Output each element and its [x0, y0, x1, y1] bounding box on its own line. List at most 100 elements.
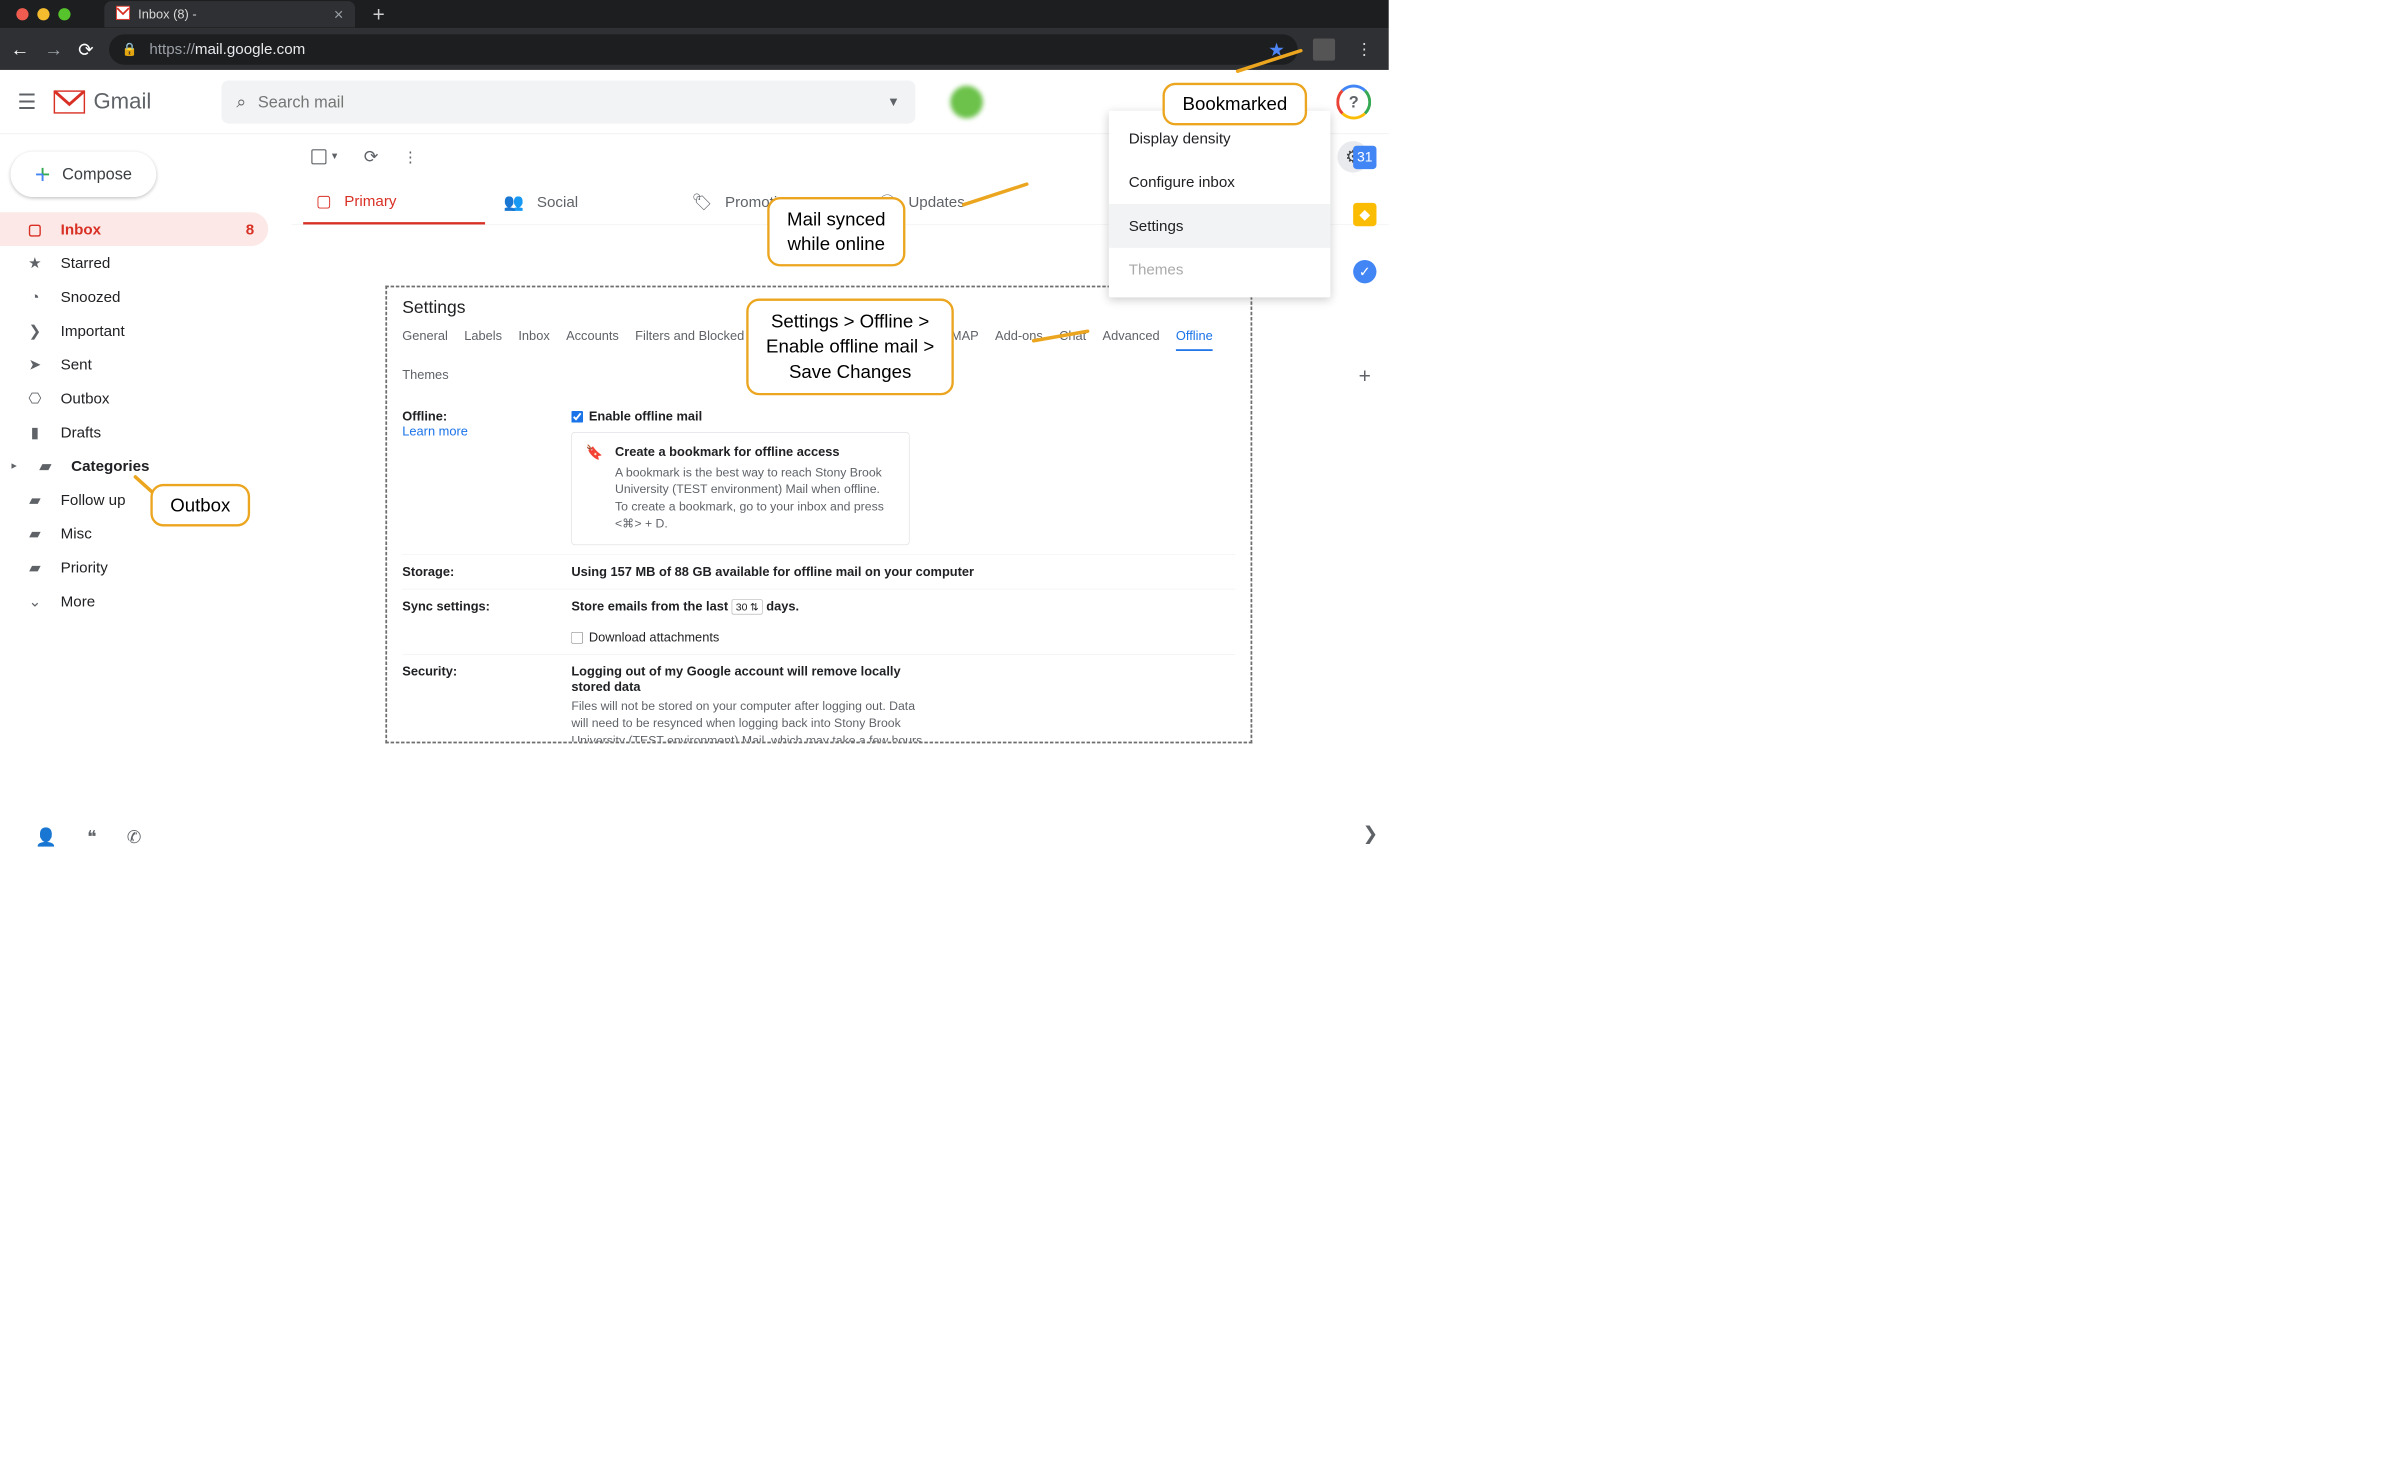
clock-icon: ◔ — [26, 288, 45, 306]
download-attachments-checkbox[interactable]: Download attachments — [571, 630, 719, 645]
label-icon: ▰ — [26, 524, 45, 542]
inbox-icon: ▢ — [26, 220, 45, 238]
maximize-window-icon[interactable] — [58, 8, 70, 20]
close-window-icon[interactable] — [16, 8, 28, 20]
search-options-icon[interactable]: ▼ — [887, 94, 900, 109]
sync-days-select[interactable]: 30⇅ — [732, 599, 763, 614]
compose-button[interactable]: + Compose — [10, 152, 156, 197]
sidebar-item-starred[interactable]: ★Starred — [0, 246, 268, 280]
callout-outbox: Outbox — [150, 484, 250, 527]
menu-configure-inbox[interactable]: Configure inbox — [1109, 160, 1331, 204]
sidebar-item-inbox[interactable]: ▢Inbox8 — [0, 212, 268, 246]
select-all[interactable]: ▼ — [311, 149, 339, 164]
callout-bookmarked: Bookmarked — [1163, 83, 1307, 126]
important-icon: ❯ — [26, 322, 45, 340]
chevron-down-icon: ▼ — [330, 152, 339, 162]
get-addons-icon[interactable]: + — [1359, 364, 1371, 388]
gmail-wordmark: Gmail — [93, 89, 151, 114]
tab-primary[interactable]: ▢Primary — [303, 180, 485, 225]
tasks-addon-icon[interactable]: ✓ — [1353, 260, 1376, 283]
primary-icon: ▢ — [316, 191, 331, 210]
browser-toolbar: ← → ⟳ 🔒 https://mail.google.com ★ ⋮ — [0, 29, 1389, 70]
label-icon: ▰ — [26, 558, 45, 576]
settings-tab-themes[interactable]: Themes — [402, 367, 448, 388]
gmail-m-icon — [54, 90, 85, 113]
sidebar-item-important[interactable]: ❯Important — [0, 314, 268, 348]
search-icon: ⌕ — [236, 92, 246, 112]
security-heading: Security: — [402, 664, 548, 743]
browser-menu-icon[interactable]: ⋮ — [1356, 40, 1372, 59]
address-bar[interactable]: 🔒 https://mail.google.com ★ — [109, 34, 1298, 64]
sidebar-item-drafts[interactable]: ▮Drafts — [0, 415, 268, 449]
calendar-addon-icon[interactable]: 31 — [1353, 146, 1376, 169]
window-controls — [0, 8, 87, 20]
url-text: https://mail.google.com — [149, 40, 305, 58]
promotions-icon: 🏷 — [691, 192, 712, 211]
right-rail: 31 ◆ ✓ + — [1341, 140, 1389, 388]
settings-tab-labels[interactable]: Labels — [464, 328, 502, 351]
compose-label: Compose — [62, 165, 132, 184]
settings-tab-accounts[interactable]: Accounts — [566, 328, 619, 351]
sidebar-item-more[interactable]: ⌄More — [0, 584, 268, 618]
sidebar-item-priority[interactable]: ▰Priority — [0, 550, 268, 584]
settings-tab-offline[interactable]: Offline — [1176, 328, 1213, 351]
close-tab-icon[interactable]: × — [334, 5, 344, 24]
storage-heading: Storage: — [402, 564, 548, 579]
social-icon: 👥 — [504, 192, 524, 211]
main-menu-icon[interactable]: ☰ — [17, 89, 36, 113]
sidebar-item-outbox[interactable]: ⎔Outbox — [0, 381, 268, 415]
plus-icon: + — [35, 159, 51, 190]
refresh-button[interactable]: ⟳ — [364, 147, 379, 167]
account-avatar[interactable] — [950, 85, 983, 118]
search-bar[interactable]: ⌕ ▼ — [221, 80, 915, 123]
settings-dropdown: Display density Configure inbox Settings… — [1109, 111, 1331, 298]
hangouts-icon[interactable]: ❝ — [87, 827, 96, 847]
back-button[interactable]: ← — [10, 38, 29, 60]
bookmark-icon: 🔖 — [586, 444, 603, 532]
reload-button[interactable]: ⟳ — [78, 38, 94, 60]
card-title: Create a bookmark for offline access — [615, 444, 895, 459]
card-body: A bookmark is the best way to reach Ston… — [615, 464, 895, 533]
browser-profile-avatar[interactable] — [1313, 38, 1335, 60]
menu-settings[interactable]: Settings — [1109, 204, 1331, 248]
send-icon: ➤ — [26, 355, 45, 373]
category-icon: ▰ — [36, 457, 55, 475]
sidebar: + Compose ▢Inbox8 ★Starred ◔Snoozed ❯Imp… — [0, 70, 292, 618]
more-actions-icon[interactable]: ⋮ — [403, 148, 418, 166]
menu-themes[interactable]: Themes — [1109, 248, 1331, 292]
tab-favicon — [116, 6, 130, 23]
label-icon: ▰ — [26, 491, 45, 509]
security-bold: Logging out of my Google account will re… — [571, 664, 900, 694]
stepper-icon: ⇅ — [750, 601, 759, 613]
outbox-icon: ⎔ — [26, 389, 45, 407]
sidebar-item-snoozed[interactable]: ◔Snoozed — [0, 280, 268, 314]
checkbox-icon — [311, 149, 326, 164]
minimize-window-icon[interactable] — [37, 8, 49, 20]
draft-icon: ▮ — [26, 423, 45, 441]
callout-synced: Mail synced while online — [767, 197, 905, 266]
learn-more-link[interactable]: Learn more — [402, 424, 468, 439]
tab-social[interactable]: 👥Social — [491, 180, 673, 225]
forward-button[interactable]: → — [44, 38, 63, 60]
settings-tab-inbox[interactable]: Inbox — [518, 328, 549, 351]
phone-icon[interactable]: ✆ — [127, 827, 142, 847]
bookmark-info-card: 🔖 Create a bookmark for offline access A… — [571, 432, 909, 545]
browser-tab[interactable]: Inbox (8) - × — [104, 1, 355, 27]
side-panel-toggle-icon[interactable]: ❯ — [1363, 822, 1379, 844]
offline-heading: Offline: — [402, 409, 447, 424]
chevron-down-icon: ⌄ — [26, 592, 45, 610]
keep-addon-icon[interactable]: ◆ — [1353, 203, 1376, 226]
expand-icon: ▸ — [12, 460, 17, 472]
support-button[interactable]: ? — [1336, 84, 1371, 119]
storage-text: Using 157 MB of 88 GB available for offl… — [571, 564, 974, 579]
contacts-icon[interactable]: 👤 — [35, 827, 57, 847]
search-input[interactable] — [258, 92, 876, 111]
gmail-logo[interactable]: Gmail — [54, 89, 151, 114]
enable-offline-checkbox[interactable]: Enable offline mail — [571, 409, 702, 424]
sidebar-footer: 👤 ❝ ✆ — [0, 817, 292, 858]
sidebar-item-sent[interactable]: ➤Sent — [0, 347, 268, 381]
security-body: Files will not be stored on your compute… — [571, 698, 932, 743]
settings-tab-advanced[interactable]: Advanced — [1103, 328, 1160, 351]
settings-tab-general[interactable]: General — [402, 328, 448, 351]
browser-titlebar: Inbox (8) - × + — [0, 0, 1389, 29]
